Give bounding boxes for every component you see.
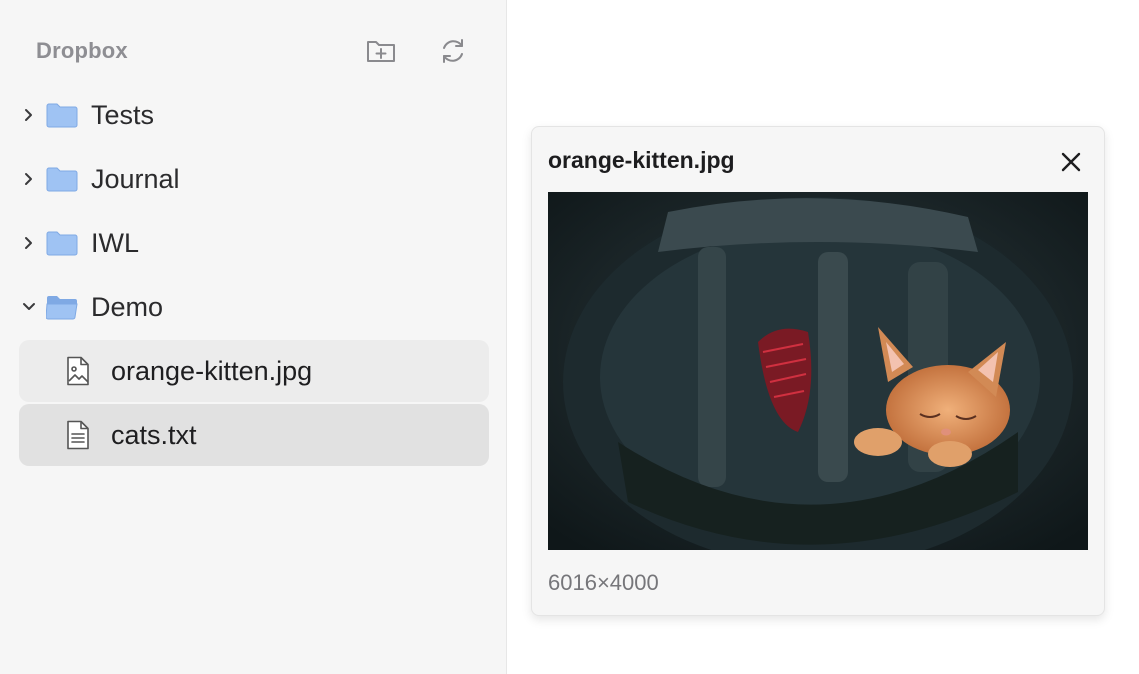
folder-plus-icon[interactable] bbox=[363, 33, 399, 69]
tree-folder-tests[interactable]: Tests bbox=[19, 84, 489, 146]
refresh-icon[interactable] bbox=[435, 33, 471, 69]
preview-image bbox=[548, 192, 1088, 550]
image-dimensions: 6016×4000 bbox=[548, 570, 659, 595]
folder-label: Tests bbox=[91, 99, 155, 130]
folder-icon bbox=[46, 231, 78, 256]
tree-folder-demo[interactable]: Demo bbox=[19, 276, 489, 338]
chevron-down-icon[interactable] bbox=[21, 299, 37, 315]
text-file-icon bbox=[67, 420, 89, 450]
sidebar-title: Dropbox bbox=[36, 38, 128, 63]
chevron-right-icon[interactable] bbox=[21, 107, 37, 123]
tree-folder-journal[interactable]: Journal bbox=[19, 148, 489, 210]
folder-icon bbox=[46, 103, 78, 128]
tree-file-orange-kitten[interactable]: orange-kitten.jpg bbox=[19, 340, 489, 402]
file-label: cats.txt bbox=[111, 419, 197, 450]
chevron-right-icon[interactable] bbox=[21, 235, 37, 251]
preview-title: orange-kitten.jpg bbox=[548, 147, 735, 173]
folder-label: Journal bbox=[91, 163, 180, 194]
close-icon[interactable] bbox=[1056, 147, 1086, 177]
tree-folder-iwl[interactable]: IWL bbox=[19, 212, 489, 274]
sidebar: Dropbox Tests Journal IWL Demo orange-ki… bbox=[0, 0, 507, 674]
image-file-icon bbox=[67, 356, 89, 386]
folder-label: IWL bbox=[91, 227, 140, 258]
file-label: orange-kitten.jpg bbox=[111, 355, 313, 386]
chevron-right-icon[interactable] bbox=[21, 171, 37, 187]
folder-icon bbox=[46, 167, 78, 192]
folder-label: Demo bbox=[91, 291, 164, 322]
tree-file-cats-txt[interactable]: cats.txt bbox=[19, 404, 489, 466]
file-preview-panel: orange-kitten.jpg 6016×4000 bbox=[531, 126, 1105, 616]
folder-open-icon bbox=[46, 296, 78, 320]
